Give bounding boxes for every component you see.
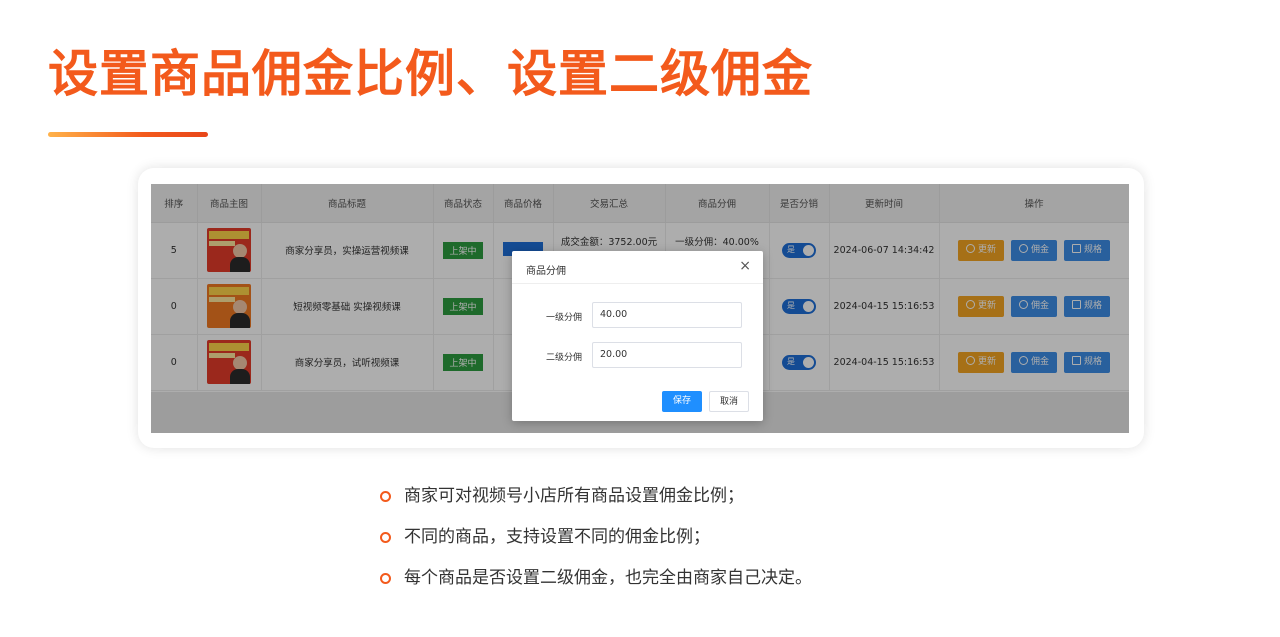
screenshot-card: 排序 商品主图 商品标题 商品状态 商品价格 交易汇总 商品分佣 是否分销 更新… (138, 168, 1144, 448)
save-button[interactable]: 保存 (662, 391, 702, 412)
slide: 设置商品佣金比例、设置二级佣金 排序 商品主图 商品标题 商品状态 商品价格 交… (0, 0, 1280, 637)
product-admin-screen: 排序 商品主图 商品标题 商品状态 商品价格 交易汇总 商品分佣 是否分销 更新… (151, 184, 1129, 433)
level2-commission-input[interactable]: 20.00 (592, 342, 742, 368)
circle-bullet-icon (380, 491, 391, 502)
level1-commission-input[interactable]: 40.00 (592, 302, 742, 328)
dialog-divider (512, 283, 763, 284)
circle-bullet-icon (380, 573, 391, 584)
circle-bullet-icon (380, 532, 391, 543)
title-underline (48, 132, 208, 137)
list-item: 每个商品是否设置二级佣金，也完全由商家自己决定。 (378, 560, 812, 596)
commission-dialog: 商品分佣 × 一级分佣 40.00 二级分佣 20.00 保存 取消 (512, 251, 763, 421)
close-icon[interactable]: × (739, 258, 751, 274)
slide-title: 设置商品佣金比例、设置二级佣金 (48, 45, 813, 103)
list-item: 不同的商品，支持设置不同的佣金比例； (378, 519, 812, 555)
level1-label: 一级分佣 (546, 313, 583, 323)
list-item: 商家可对视频号小店所有商品设置佣金比例； (378, 478, 812, 514)
dialog-title: 商品分佣 (526, 266, 566, 277)
cancel-button[interactable]: 取消 (709, 391, 749, 412)
bullet-list: 商家可对视频号小店所有商品设置佣金比例； 不同的商品，支持设置不同的佣金比例； … (378, 478, 812, 601)
level2-label: 二级分佣 (546, 353, 583, 363)
